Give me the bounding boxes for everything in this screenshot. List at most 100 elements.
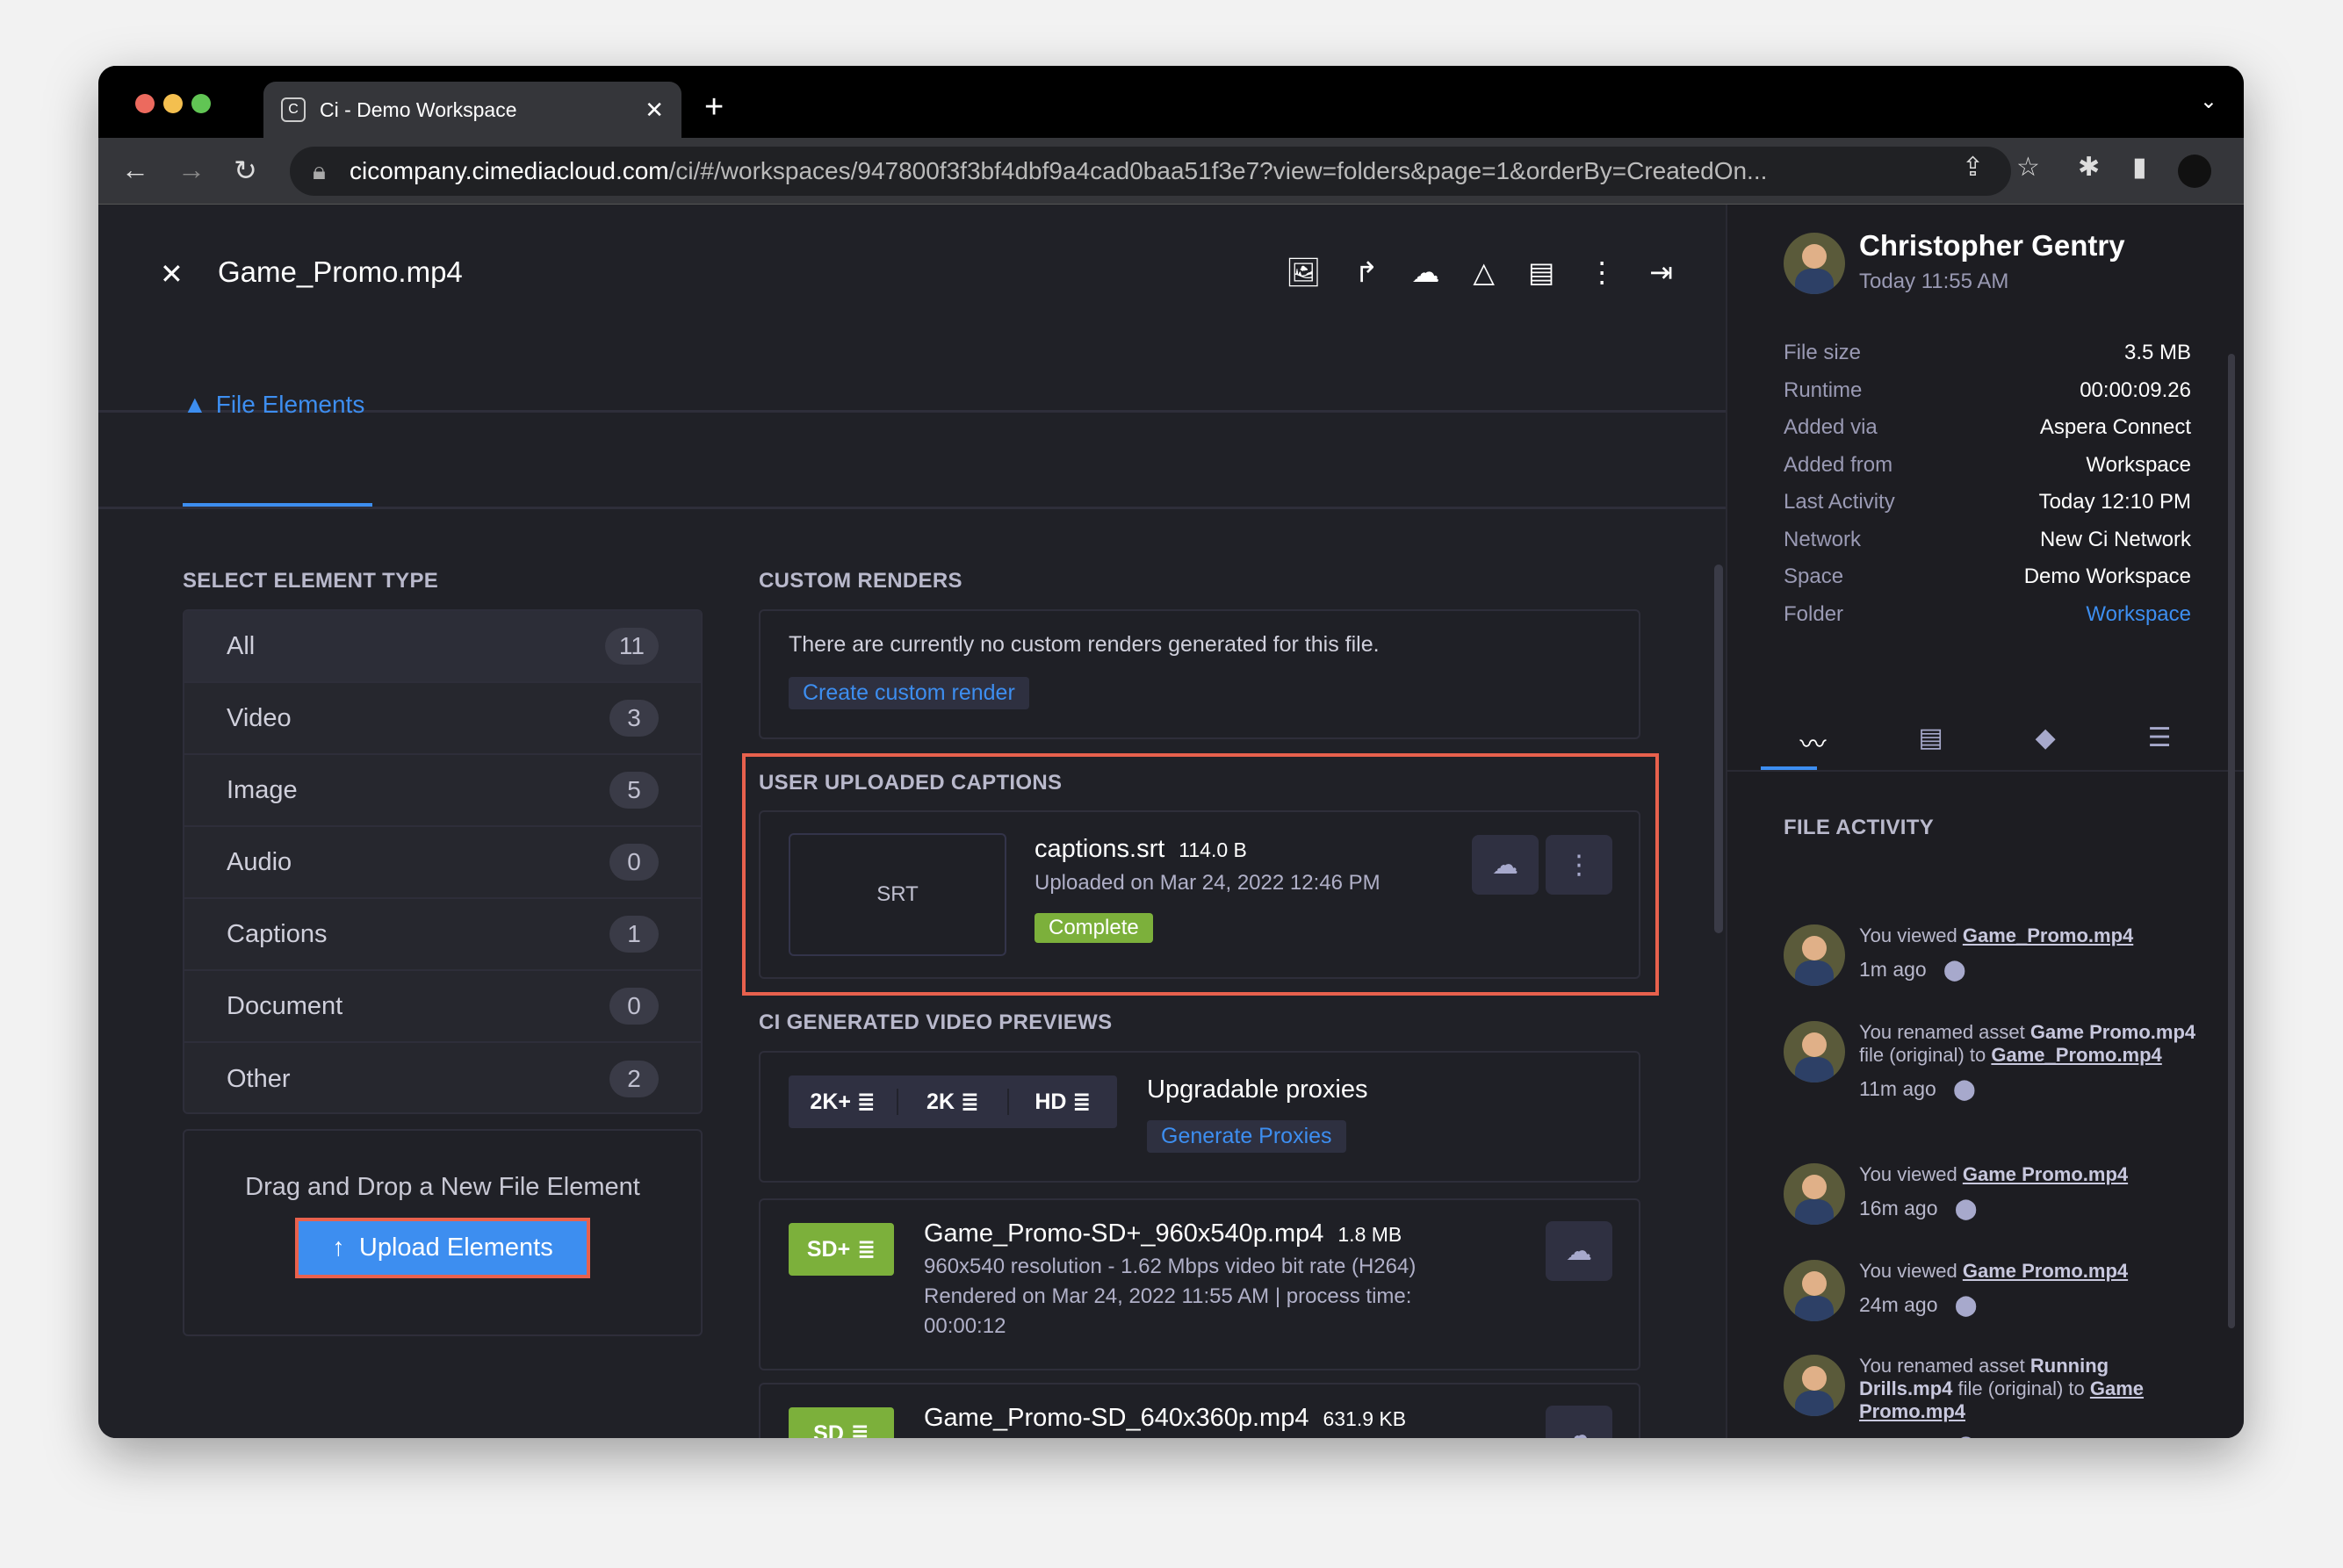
share-arrow-icon[interactable]: ↱ xyxy=(1355,255,1379,289)
sidebar-scrollbar[interactable] xyxy=(2228,354,2235,1328)
cloud-download-icon[interactable]: ☁ xyxy=(1546,1221,1612,1281)
asset-link[interactable]: Game Promo.mp4 xyxy=(1963,1163,2128,1185)
forward-icon[interactable]: → xyxy=(177,154,205,186)
minimize-window-button[interactable] xyxy=(163,94,183,113)
back-icon[interactable]: ← xyxy=(121,154,149,186)
browser-tab[interactable]: C Ci - Demo Workspace ✕ xyxy=(263,82,681,138)
quality-badge[interactable]: 2K ≣ xyxy=(898,1089,1009,1115)
image-icon[interactable]: 🖼︎ xyxy=(1286,255,1322,289)
owner-date: Today 11:55 AM xyxy=(1859,270,2009,293)
caption-uploaded: Uploaded on Mar 24, 2022 12:46 PM xyxy=(1035,871,1381,895)
share-icon[interactable]: ⇪ xyxy=(1962,152,1984,183)
previews-heading: CI GENERATED VIDEO PREVIEWS xyxy=(759,1011,1113,1034)
reload-icon[interactable]: ↻ xyxy=(234,154,257,187)
drop-zone-label: Drag and Drop a New File Element xyxy=(245,1173,640,1201)
more-vertical-icon[interactable]: ⋮ xyxy=(1588,255,1616,289)
avatar xyxy=(1784,1163,1845,1225)
asset-name: Game Promo.mp4 xyxy=(2029,1021,2196,1043)
meta-key: Last Activity xyxy=(1784,490,1895,514)
activity-text: You viewed xyxy=(1859,1260,1963,1282)
more-vertical-icon[interactable]: ⋮ xyxy=(1546,835,1612,895)
meta-row: Last Activity Today 12:10 PM xyxy=(1784,484,2191,521)
quality-badge[interactable]: HD ≣ xyxy=(1009,1089,1117,1115)
arrow-up-icon: ↑ xyxy=(332,1234,345,1262)
browser-window: C Ci - Demo Workspace ✕ + ⌄ ← → ↻ 🔒︎ cic… xyxy=(98,66,2244,1438)
tab-file-elements[interactable]: ▲ File Elements xyxy=(183,391,364,419)
count-badge: 5 xyxy=(609,772,659,809)
location-pin-icon[interactable]: ⬤ xyxy=(1955,1434,1978,1438)
element-type-image[interactable]: Image 5 xyxy=(184,755,701,827)
browser-menu-icon[interactable]: ⋮ xyxy=(2234,152,2244,183)
quality-badge[interactable]: 2K+ ≣ xyxy=(789,1089,899,1115)
quality-label: HD xyxy=(1035,1090,1067,1114)
collapse-panel-icon[interactable]: ⇥ xyxy=(1649,255,1673,289)
meta-key: Folder xyxy=(1784,601,1844,626)
url-host: cicompany.cimediacloud.com xyxy=(350,157,669,184)
generate-proxies-button[interactable]: Generate Proxies xyxy=(1147,1120,1346,1153)
close-window-button[interactable] xyxy=(135,94,155,113)
details-sidebar: Christopher Gentry Today 11:55 AM File s… xyxy=(1726,205,2244,1438)
meta-row: Runtime 00:00:09.26 xyxy=(1784,372,2191,410)
bookmark-star-icon[interactable]: ☆ xyxy=(2016,152,2040,183)
document-icon[interactable]: ▤ xyxy=(1918,723,1943,765)
url-field[interactable]: 🔒︎ cicompany.cimediacloud.com/ci/#/works… xyxy=(290,147,2011,196)
quality-badge: SD ≣ xyxy=(789,1407,894,1438)
create-custom-render-button[interactable]: Create custom render xyxy=(789,677,1029,709)
maximize-window-button[interactable] xyxy=(191,94,211,113)
extensions-icon[interactable]: ✱ xyxy=(2078,152,2100,183)
element-type-label: Video xyxy=(227,703,292,732)
meta-row: File size 3.5 MB xyxy=(1784,334,2191,372)
preview-filename: Game_Promo-SD+_960x540p.mp4 xyxy=(924,1219,1324,1248)
location-pin-icon[interactable]: ⬤ xyxy=(1955,1197,1978,1219)
asset-link[interactable]: Game_Promo.mp4 xyxy=(1991,1044,2161,1066)
element-type-captions[interactable]: Captions 1 xyxy=(184,899,701,971)
sliders-icon[interactable]: ☰ xyxy=(2148,723,2172,765)
activity-text: file (original) to xyxy=(1952,1377,2090,1399)
cloud-download-icon[interactable]: ☁ xyxy=(1411,255,1439,289)
new-tab-icon[interactable]: + xyxy=(704,89,724,126)
caption-filename: captions.srt xyxy=(1035,835,1165,863)
divider xyxy=(1727,770,2244,772)
location-pin-icon[interactable]: ⬤ xyxy=(1955,1293,1978,1316)
bars-icon: ≣ xyxy=(857,1237,876,1262)
element-type-document[interactable]: Document 0 xyxy=(184,971,701,1043)
element-type-video[interactable]: Video 3 xyxy=(184,683,701,755)
close-tab-icon[interactable]: ✕ xyxy=(645,97,664,124)
preview-filename: Game_Promo-SD_640x360p.mp4 xyxy=(924,1404,1309,1432)
activity-text: file (original) to xyxy=(1859,1044,1992,1066)
folder-link[interactable]: Workspace xyxy=(2086,596,2191,634)
location-pin-icon[interactable]: ⬤ xyxy=(1943,958,1966,981)
meta-value: Workspace xyxy=(2086,452,2191,477)
file-title: Game_Promo.mp4 xyxy=(218,255,463,288)
upload-elements-button[interactable]: ↑ Upload Elements xyxy=(295,1218,590,1278)
activity-time: 11m ago xyxy=(1859,1077,1936,1100)
activity-pulse-icon[interactable]: 〰 xyxy=(1799,723,1826,765)
profile-avatar[interactable] xyxy=(2178,155,2211,188)
asset-link[interactable]: Game_Promo.mp4 xyxy=(1963,924,2133,946)
tag-icon[interactable]: ◆ xyxy=(2036,723,2056,765)
drive-icon[interactable]: △ xyxy=(1473,255,1495,289)
activity-item: You viewed Game Promo.mp4 24m ago ⬤ xyxy=(1784,1260,2196,1321)
custom-renders-card: There are currently no custom renders ge… xyxy=(759,609,1640,739)
cloud-download-icon[interactable]: ☁ xyxy=(1546,1406,1612,1438)
drop-zone[interactable]: Drag and Drop a New File Element ↑ Uploa… xyxy=(183,1129,703,1336)
meta-value: 3.5 MB xyxy=(2123,341,2191,364)
archive-icon[interactable]: ▤ xyxy=(1528,255,1554,289)
preview-rendered: Rendered on Mar 24, 2022 11:55 AM | proc… xyxy=(924,1284,1412,1338)
cloud-download-icon[interactable]: ☁ xyxy=(1472,835,1539,895)
close-icon[interactable]: ✕ xyxy=(160,257,184,291)
quality-label: 2K xyxy=(926,1090,955,1114)
tab-search-chevron-icon[interactable]: ⌄ xyxy=(2200,89,2217,114)
element-type-audio[interactable]: Audio 0 xyxy=(184,827,701,899)
quality-label: SD xyxy=(813,1421,844,1439)
sidebar-icon[interactable]: ▮ xyxy=(2132,152,2147,183)
meta-value: 00:00:09.26 xyxy=(2080,378,2191,402)
asset-link[interactable]: Game Promo.mp4 xyxy=(1963,1260,2128,1282)
main-scrollbar[interactable] xyxy=(1714,565,1723,933)
avatar xyxy=(1784,1021,1845,1082)
element-type-all[interactable]: All 11 xyxy=(184,611,701,683)
element-type-other[interactable]: Other 2 xyxy=(184,1043,701,1115)
file-metadata: File size 3.5 MB Runtime 00:00:09.26 Added v… xyxy=(1784,334,2191,633)
location-pin-icon[interactable]: ⬤ xyxy=(1953,1077,1976,1100)
proxy-quality-group: 2K+ ≣ 2K ≣ HD ≣ xyxy=(789,1075,1117,1128)
